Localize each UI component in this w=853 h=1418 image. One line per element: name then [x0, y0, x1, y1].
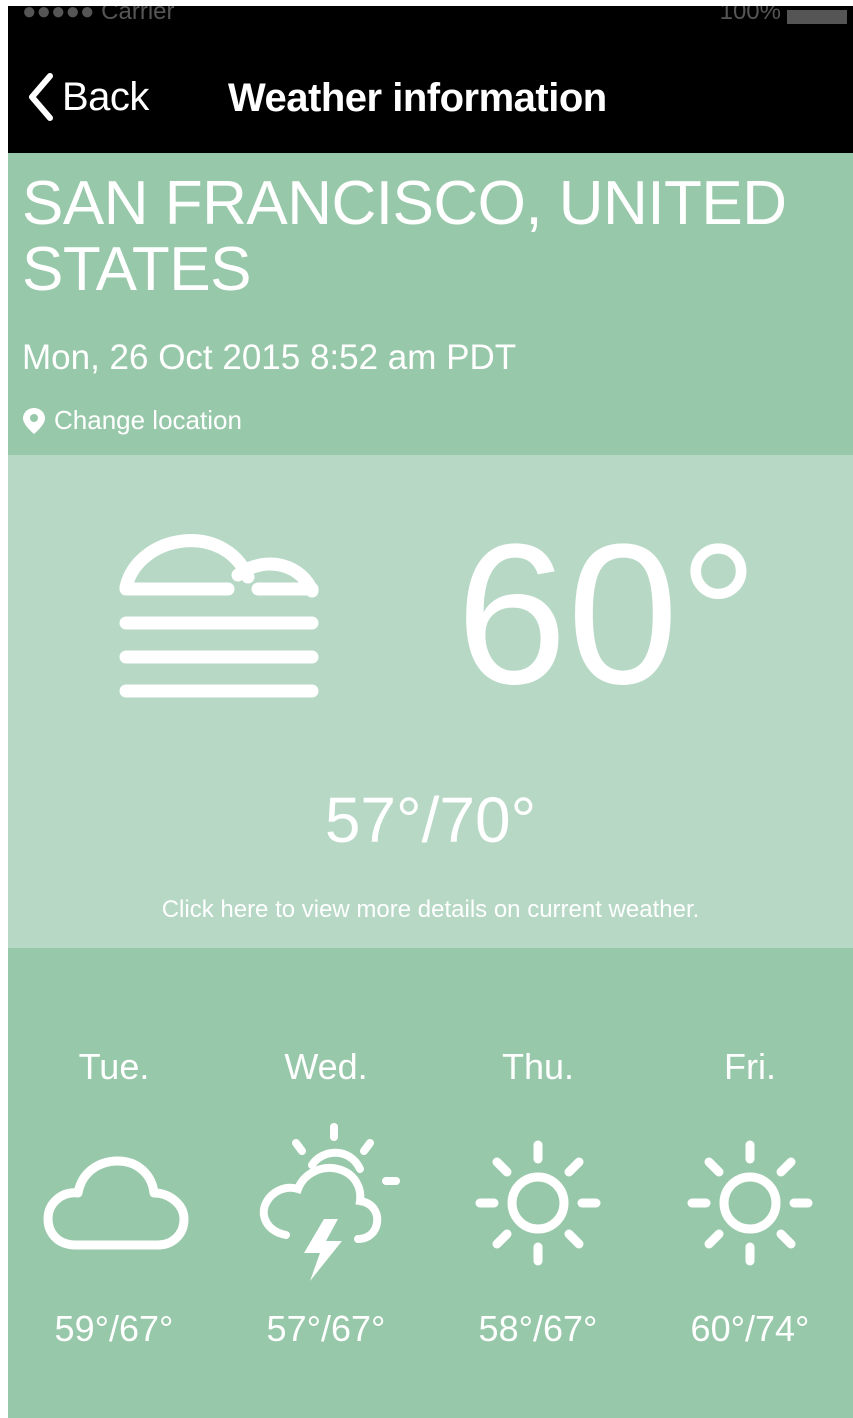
cloud-icon	[43, 1156, 189, 1250]
forecast-day-fri: Fri. 60°/74°	[644, 948, 853, 1418]
forecast-temp-range: 57°/67°	[266, 1308, 386, 1349]
forecast-day-thu: Thu. 58°/67°	[432, 948, 644, 1418]
forecast-day-name: Wed.	[284, 1046, 368, 1087]
location-section: SAN FRANCISCO, UNITED STATES Mon, 26 Oct…	[8, 153, 853, 455]
change-location-link[interactable]: Change location	[22, 405, 242, 436]
map-pin-icon	[23, 407, 45, 434]
forecast-day-name: Thu.	[501, 1046, 575, 1087]
forecast-section: Tue. 59°/67° Wed. 57°/67° Thu. 58°/67° F…	[8, 948, 853, 1418]
battery-percent: 100%	[719, 6, 781, 25]
details-link[interactable]: Click here to view more details on curre…	[8, 896, 853, 924]
battery-icon	[787, 10, 847, 24]
fog-icon	[119, 534, 319, 698]
current-temperature: 60°	[456, 503, 759, 726]
chevron-left-icon	[29, 73, 53, 121]
back-label: Back	[62, 74, 149, 119]
forecast-icon-slot	[8, 1123, 220, 1283]
nav-bar: Back Weather information	[8, 36, 853, 153]
status-bar: ●●●●● Carrier 100%	[8, 6, 853, 36]
forecast-day-tue: Tue. 59°/67°	[8, 948, 220, 1418]
forecast-temp-range: 58°/67°	[478, 1308, 598, 1349]
forecast-icon-slot	[432, 1123, 644, 1283]
change-location-label: Change location	[54, 405, 242, 435]
sun-icon	[687, 1140, 813, 1266]
date-time: Mon, 26 Oct 2015 8:52 am PDT	[22, 338, 517, 377]
back-button[interactable]: Back	[28, 72, 149, 122]
forecast-icon-slot	[644, 1123, 853, 1283]
forecast-day-name: Fri.	[724, 1046, 776, 1087]
app-screen: ●●●●● Carrier 100% Back Weather informat…	[8, 6, 853, 1418]
page-title: Weather information	[228, 76, 607, 120]
forecast-day-name: Tue.	[78, 1046, 150, 1087]
current-temp-range: 57°/70°	[324, 784, 537, 856]
sun-icon	[475, 1140, 601, 1266]
battery-status: 100%	[720, 6, 847, 26]
current-weather-panel[interactable]: 60° 57°/70° Click here to view more deta…	[8, 455, 853, 948]
forecast-day-wed: Wed. 57°/67°	[220, 948, 432, 1418]
forecast-temp-range: 59°/67°	[54, 1308, 174, 1349]
forecast-temp-range: 60°/74°	[690, 1308, 810, 1349]
city-name: SAN FRANCISCO, UNITED STATES	[22, 169, 787, 304]
thunderstorm-sun-icon	[259, 1123, 400, 1281]
forecast-icon-slot	[220, 1123, 432, 1283]
carrier-label: ●●●●● Carrier	[22, 6, 175, 25]
